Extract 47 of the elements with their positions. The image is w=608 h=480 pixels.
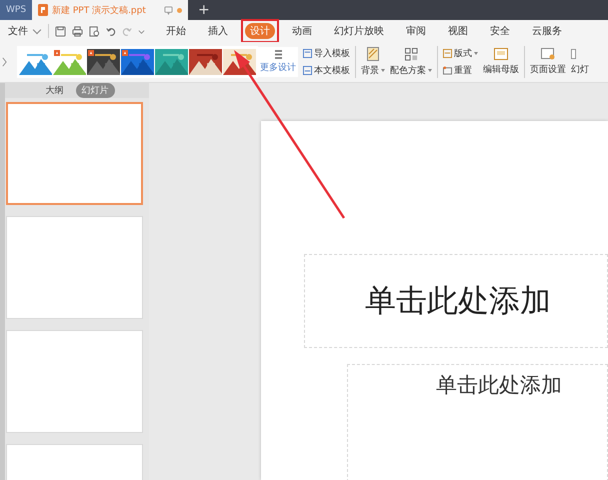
- dropdown-icon[interactable]: [138, 28, 145, 34]
- title-placeholder[interactable]: 单击此处添加: [304, 254, 608, 348]
- new-tab-button[interactable]: +: [188, 0, 220, 20]
- print-preview-icon[interactable]: [89, 26, 100, 36]
- slide-size-button[interactable]: 幻灯: [571, 48, 589, 76]
- collapse-icon[interactable]: [2, 56, 7, 68]
- chat-icon[interactable]: [164, 6, 173, 14]
- ribbon-tab[interactable]: 插入: [203, 23, 233, 39]
- ribbon-tab[interactable]: 开始: [161, 23, 191, 39]
- reset-button[interactable]: 重置: [443, 64, 478, 77]
- grid-icon: [274, 50, 282, 59]
- slide-thumbnail[interactable]: [6, 330, 143, 433]
- background-button[interactable]: 背景: [361, 47, 385, 77]
- color-scheme-button[interactable]: 配色方案: [390, 48, 432, 76]
- ribbon-tab[interactable]: 视图: [443, 23, 473, 39]
- background-icon: [367, 47, 379, 61]
- ribbon-tab[interactable]: 云服务: [527, 23, 567, 39]
- ribbon-tab[interactable]: 幻灯片放映: [329, 23, 389, 39]
- page-setup-icon: [541, 48, 555, 60]
- panel-tab[interactable]: 大纲: [40, 83, 70, 98]
- edit-master-button[interactable]: 编辑母版: [483, 48, 519, 76]
- master-slide-icon: [494, 48, 508, 60]
- template-icon: [303, 49, 312, 58]
- this-template-button[interactable]: 本文模板: [303, 64, 350, 77]
- layout-icon: [443, 49, 452, 58]
- ribbon-tab[interactable]: 审阅: [401, 23, 431, 39]
- file-menu[interactable]: 文件: [8, 24, 28, 38]
- undo-icon[interactable]: [106, 26, 116, 36]
- app-tab[interactable]: WPS: [0, 0, 32, 20]
- color-scheme-icon: [404, 48, 418, 60]
- import-template-button[interactable]: 导入模板: [303, 47, 350, 60]
- print-icon[interactable]: [72, 26, 83, 36]
- slide-thumbnail[interactable]: [6, 216, 143, 319]
- document-icon: [38, 4, 48, 16]
- layout-button[interactable]: 版式: [443, 47, 478, 60]
- reset-icon: [443, 66, 452, 75]
- template-icon: [303, 66, 312, 75]
- unsaved-dot-icon: [177, 8, 182, 12]
- slide-size-icon: [571, 48, 576, 60]
- subtitle-placeholder[interactable]: 单击此处添加: [347, 364, 608, 480]
- slide-thumbnail[interactable]: [6, 102, 143, 205]
- ribbon-tab[interactable]: 动画: [287, 23, 317, 39]
- save-icon[interactable]: [55, 26, 66, 36]
- page-setup-button[interactable]: 页面设置: [530, 48, 566, 76]
- ribbon-tab[interactable]: 安全: [485, 23, 515, 39]
- more-designs-button[interactable]: 更多设计: [258, 47, 298, 77]
- redo-icon[interactable]: [122, 26, 132, 36]
